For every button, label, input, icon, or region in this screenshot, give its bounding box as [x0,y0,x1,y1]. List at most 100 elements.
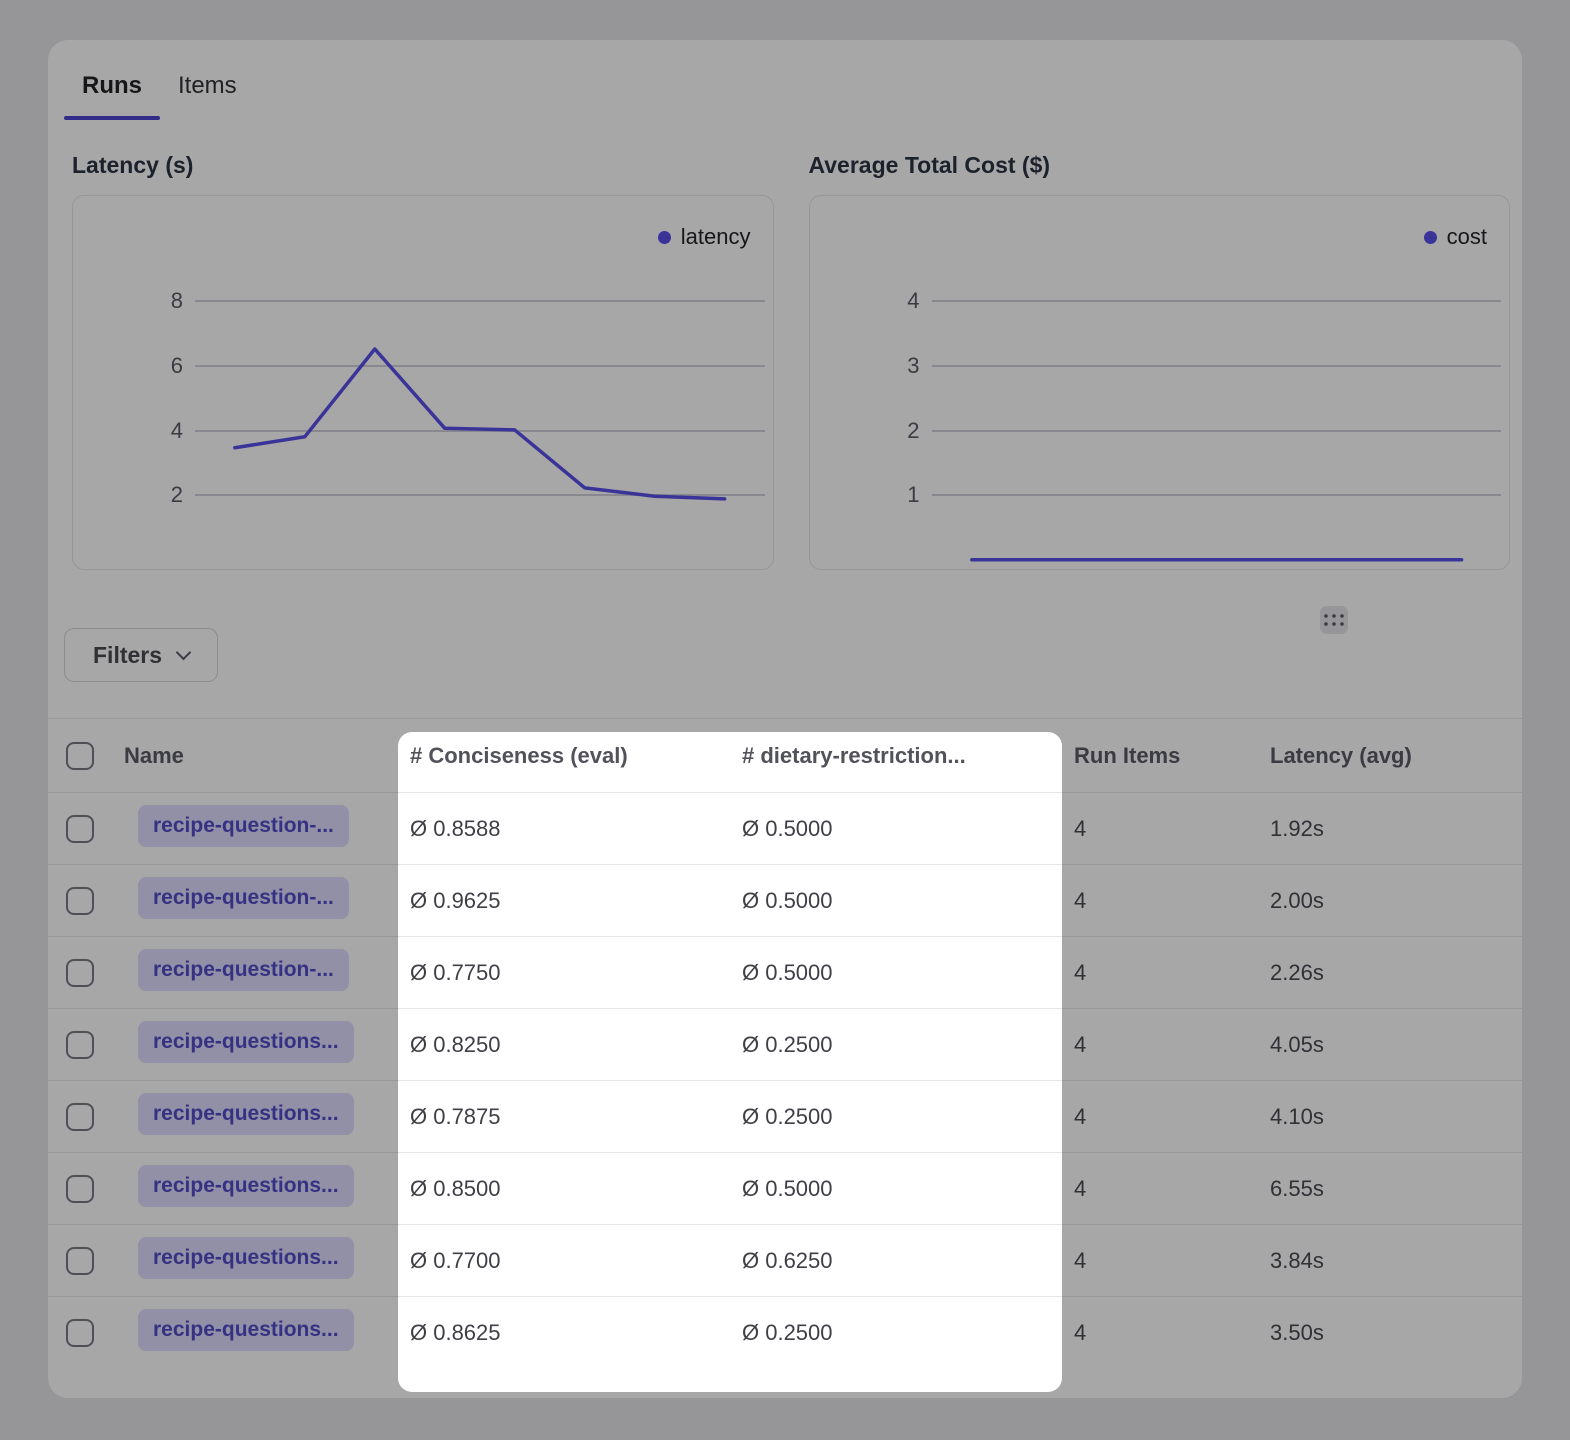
table-row[interactable]: recipe-questions... Ø 0.8500 Ø 0.5000 4 … [48,1152,1522,1224]
y-tick-label: 2 [149,484,183,506]
row-checkbox[interactable] [66,887,94,915]
conciseness-score: Ø 0.7875 [398,1104,730,1130]
y-tick-label: 4 [886,290,920,312]
column-header-conciseness[interactable]: # Conciseness (eval) [398,743,730,769]
row-checkbox[interactable] [66,1319,94,1347]
legend-dot-icon [658,231,671,244]
cost-chart: cost 1234 [809,195,1511,570]
chart-line [195,260,765,561]
row-checkbox[interactable] [66,1247,94,1275]
dietary-restriction-score: Ø 0.2500 [730,1032,1062,1058]
table-body: recipe-question-... Ø 0.8588 Ø 0.5000 4 … [48,792,1522,1368]
run-name-badge[interactable]: recipe-questions... [138,1093,354,1135]
run-name-badge[interactable]: recipe-questions... [138,1165,354,1207]
latency-chart-title: Latency (s) [72,152,774,179]
latency-legend[interactable]: latency [658,224,751,250]
latency-avg: 4.10s [1258,1104,1522,1130]
chart-line [932,260,1502,561]
table-row[interactable]: recipe-questions... Ø 0.8625 Ø 0.2500 4 … [48,1296,1522,1368]
row-checkbox[interactable] [66,959,94,987]
conciseness-score: Ø 0.8625 [398,1320,730,1346]
run-items-count: 4 [1062,1032,1258,1058]
drag-handle-dots-icon [1323,613,1345,627]
cost-chart-section: Average Total Cost ($) cost 1234 [809,152,1511,570]
run-items-count: 4 [1062,816,1258,842]
runs-table: Name # Conciseness (eval) # dietary-rest… [48,718,1522,1368]
y-tick-label: 8 [149,290,183,312]
y-tick-label: 1 [886,484,920,506]
y-tick-label: 4 [149,420,183,442]
filters-button[interactable]: Filters [64,628,218,682]
run-items-count: 4 [1062,1176,1258,1202]
conciseness-score: Ø 0.7700 [398,1248,730,1274]
run-name-badge[interactable]: recipe-questions... [138,1237,354,1279]
column-header-dietary[interactable]: # dietary-restriction... [730,743,1062,769]
conciseness-score: Ø 0.7750 [398,960,730,986]
drag-handle[interactable] [1320,606,1348,634]
dietary-restriction-score: Ø 0.5000 [730,888,1062,914]
run-items-count: 4 [1062,1320,1258,1346]
runs-panel: Runs Items Latency (s) latency 2468 Aver… [48,40,1522,1398]
charts-row: Latency (s) latency 2468 Average Total C… [48,152,1522,570]
table-header-row: Name # Conciseness (eval) # dietary-rest… [48,718,1522,792]
tab-bar: Runs Items [48,40,1522,120]
y-tick-label: 3 [886,355,920,377]
select-all-checkbox[interactable] [66,742,94,770]
dietary-restriction-score: Ø 0.5000 [730,816,1062,842]
run-name-badge[interactable]: recipe-question-... [138,877,349,919]
latency-plot: 2468 [195,260,765,561]
tab-items[interactable]: Items [160,66,255,120]
latency-avg: 3.84s [1258,1248,1522,1274]
table-row[interactable]: recipe-question-... Ø 0.7750 Ø 0.5000 4 … [48,936,1522,1008]
legend-label: latency [681,224,751,250]
latency-avg: 1.92s [1258,816,1522,842]
chevron-down-icon [176,644,192,660]
row-checkbox[interactable] [66,1175,94,1203]
dietary-restriction-score: Ø 0.5000 [730,1176,1062,1202]
row-checkbox[interactable] [66,815,94,843]
table-row[interactable]: recipe-questions... Ø 0.7700 Ø 0.6250 4 … [48,1224,1522,1296]
conciseness-score: Ø 0.8500 [398,1176,730,1202]
latency-avg: 3.50s [1258,1320,1522,1346]
column-header-latency[interactable]: Latency (avg) [1258,743,1522,769]
conciseness-score: Ø 0.8250 [398,1032,730,1058]
latency-avg: 4.05s [1258,1032,1522,1058]
dietary-restriction-score: Ø 0.5000 [730,960,1062,986]
latency-chart-section: Latency (s) latency 2468 [72,152,774,570]
run-name-badge[interactable]: recipe-questions... [138,1021,354,1063]
latency-avg: 2.26s [1258,960,1522,986]
conciseness-score: Ø 0.8588 [398,816,730,842]
dietary-restriction-score: Ø 0.2500 [730,1320,1062,1346]
legend-dot-icon [1424,231,1437,244]
filters-button-label: Filters [93,642,162,669]
y-tick-label: 2 [886,420,920,442]
table-row[interactable]: recipe-question-... Ø 0.9625 Ø 0.5000 4 … [48,864,1522,936]
y-tick-label: 6 [149,355,183,377]
legend-label: cost [1447,224,1487,250]
row-checkbox[interactable] [66,1103,94,1131]
latency-avg: 2.00s [1258,888,1522,914]
filters-bar: Filters [64,628,1522,682]
column-header-name[interactable]: Name [112,743,398,769]
cost-chart-title: Average Total Cost ($) [809,152,1511,179]
run-items-count: 4 [1062,960,1258,986]
run-name-badge[interactable]: recipe-question-... [138,949,349,991]
cost-plot: 1234 [932,260,1502,561]
dietary-restriction-score: Ø 0.2500 [730,1104,1062,1130]
run-items-count: 4 [1062,888,1258,914]
tab-runs[interactable]: Runs [64,66,160,120]
latency-avg: 6.55s [1258,1176,1522,1202]
latency-chart: latency 2468 [72,195,774,570]
column-header-run-items[interactable]: Run Items [1062,743,1258,769]
dietary-restriction-score: Ø 0.6250 [730,1248,1062,1274]
table-row[interactable]: recipe-question-... Ø 0.8588 Ø 0.5000 4 … [48,792,1522,864]
table-row[interactable]: recipe-questions... Ø 0.8250 Ø 0.2500 4 … [48,1008,1522,1080]
row-checkbox[interactable] [66,1031,94,1059]
run-items-count: 4 [1062,1248,1258,1274]
run-name-badge[interactable]: recipe-questions... [138,1309,354,1351]
run-items-count: 4 [1062,1104,1258,1130]
conciseness-score: Ø 0.9625 [398,888,730,914]
cost-legend[interactable]: cost [1424,224,1487,250]
run-name-badge[interactable]: recipe-question-... [138,805,349,847]
table-row[interactable]: recipe-questions... Ø 0.7875 Ø 0.2500 4 … [48,1080,1522,1152]
